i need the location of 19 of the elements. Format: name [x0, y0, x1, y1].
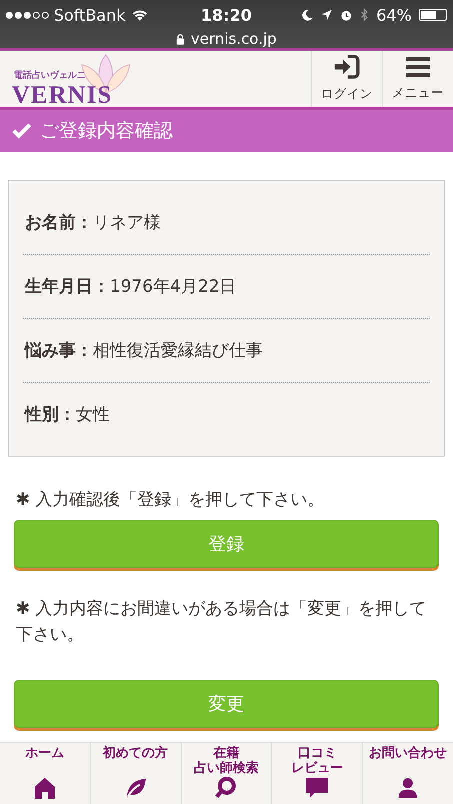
page-title: ご登録内容確認: [40, 119, 173, 144]
clock-time: 18:20: [201, 6, 252, 24]
detail-text: 生年月日：1976年4月22日: [25, 277, 237, 298]
detail-text: 悩み事：相性復活愛縁結び仕事: [25, 341, 263, 362]
nav-item[interactable]: 口コミ レビュー: [271, 743, 362, 804]
url-text: vernis.co.jp: [191, 30, 277, 48]
logo-wordmark: VERNIS: [12, 82, 112, 110]
nav-item[interactable]: ホーム: [0, 743, 90, 804]
nav-item[interactable]: 在籍 占い師検索: [180, 743, 272, 804]
battery-percentage: 64%: [376, 6, 412, 24]
detail-text: お名前：リネア様: [25, 213, 161, 234]
nav-item[interactable]: 初めての方: [90, 743, 181, 804]
site-logo[interactable]: 電話占いヴェルニ VERNIS: [12, 51, 142, 107]
logo-tagline: 電話占いヴェルニ: [14, 69, 86, 82]
instruction-text: ✱ 入力確認後「登録」を押して下さい。: [16, 489, 326, 512]
carrier-name: SoftBank: [54, 6, 126, 24]
instruction-text: ✱ 入力内容にお間違いがある場合は「変更」を押して下さい。: [16, 598, 428, 648]
detail-text: 性別：女性: [25, 405, 110, 426]
nav-item[interactable]: お問い合わせ: [362, 743, 453, 804]
